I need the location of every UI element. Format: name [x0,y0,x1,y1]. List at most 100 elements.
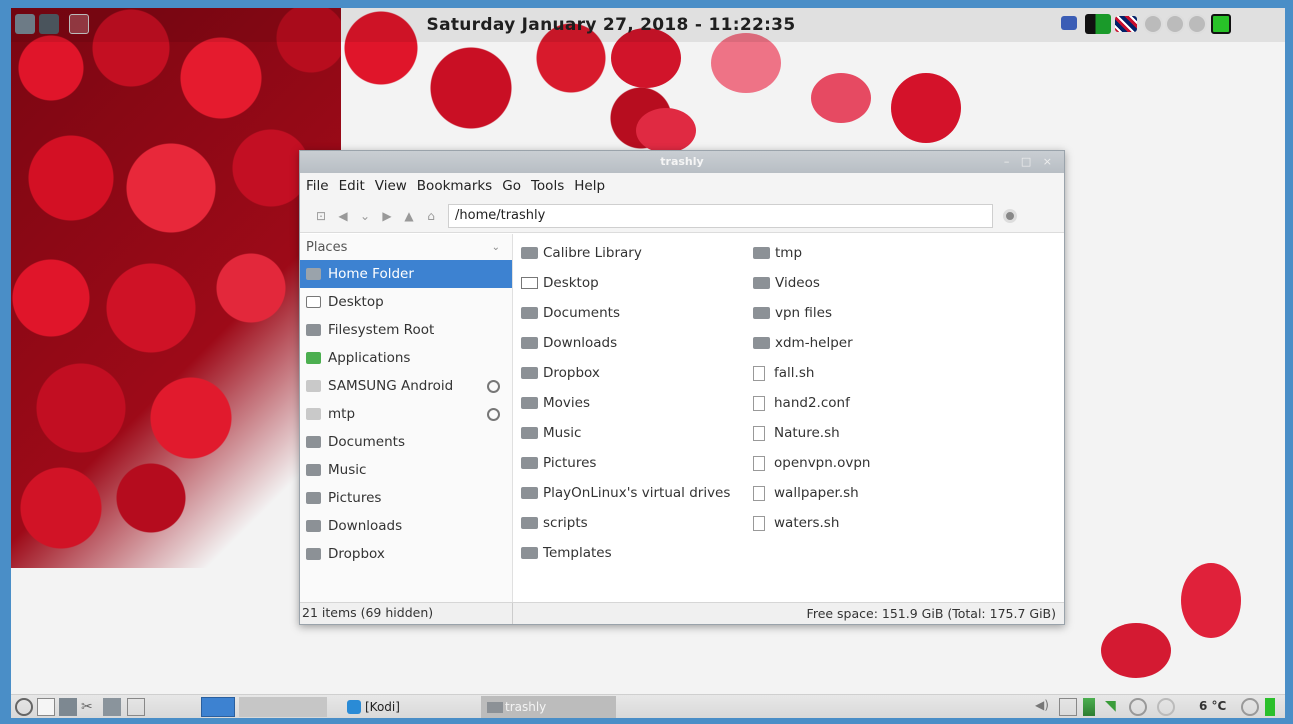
file-icon [753,425,765,441]
folder-item[interactable]: Pictures [521,448,730,478]
menu-icon[interactable] [15,698,33,716]
sidebar-item-label: Music [328,462,367,478]
volume-icon[interactable]: ◀) [1035,698,1053,716]
menu-edit[interactable]: Edit [339,178,365,194]
grid-icon[interactable] [69,14,89,34]
menu-file[interactable]: File [306,178,329,194]
folder-item[interactable]: Music [521,418,730,448]
file-name: hand2.conf [774,395,850,411]
history-dropdown-icon[interactable]: ⌄ [354,209,376,223]
go-icon[interactable] [1003,208,1017,223]
grid-icon[interactable] [37,698,55,716]
task-trashly[interactable]: trashly [481,696,616,718]
sidebar-item[interactable]: Music [300,456,512,484]
sidebar-item[interactable]: SAMSUNG Android [300,372,512,400]
sidebar-item[interactable]: Applications [300,344,512,372]
sidebar-item-label: Pictures [328,490,382,506]
sidebar-item[interactable]: Dropbox [300,540,512,568]
folder-item[interactable]: tmp [753,238,870,268]
folder-item[interactable]: Desktop [521,268,730,298]
folder-item[interactable]: Downloads [521,328,730,358]
content-area: Places ⌄ Home Folder Desktop Filesystem Ro… [300,234,1064,604]
battery-icon[interactable] [1083,698,1095,716]
sidebar-item-label: Desktop [328,294,384,310]
back-icon[interactable]: ◀ [332,209,354,223]
file-name: Downloads [543,335,618,351]
network-icon[interactable] [1129,698,1147,716]
places-header[interactable]: Places ⌄ [300,234,512,260]
file-item[interactable]: hand2.conf [753,388,870,418]
workspace-1-icon[interactable] [201,697,235,717]
files-icon[interactable] [15,14,35,34]
task-kodi-label: [Kodi] [365,700,400,714]
refresh-icon[interactable] [1241,698,1259,716]
wallpaper-roses-left [11,8,341,568]
menu-go[interactable]: Go [502,178,521,194]
sidebar-item[interactable]: Downloads [300,512,512,540]
window-controls[interactable]: – □ × [1004,155,1056,168]
circle-icon[interactable] [1165,14,1185,34]
monitor-icon[interactable] [1061,16,1077,30]
window-icon[interactable] [127,698,145,716]
sidebar-item[interactable]: Home Folder [300,260,512,288]
file-item[interactable]: fall.sh [753,358,870,388]
screen-icon[interactable] [1059,698,1077,716]
folder-item[interactable]: xdm-helper [753,328,870,358]
file-item[interactable]: openvpn.ovpn [753,448,870,478]
folder-item[interactable]: Dropbox [521,358,730,388]
folder-item[interactable]: vpn files [753,298,870,328]
sidebar-item[interactable]: Documents [300,428,512,456]
sidebar-item-label: Dropbox [328,546,385,562]
up-icon[interactable]: ▲ [398,209,420,223]
file-name: Desktop [543,275,599,291]
sidebar-item-label: Applications [328,350,411,366]
menu-bookmarks[interactable]: Bookmarks [417,178,492,194]
folder-item[interactable]: Videos [753,268,870,298]
applications-icon [306,352,321,364]
workspace-switcher[interactable] [239,697,327,717]
forward-icon[interactable]: ▶ [376,209,398,223]
file-item[interactable]: Nature.sh [753,418,870,448]
path-input[interactable]: /home/trashly [448,203,993,228]
folder-item[interactable]: Movies [521,388,730,418]
menu-help[interactable]: Help [574,178,605,194]
free-space: Free space: 151.9 GiB (Total: 175.7 GiB) [806,606,1056,621]
weather-icon [1157,698,1175,716]
image-icon[interactable] [59,698,77,716]
wallpaper-rose [1101,623,1171,678]
terminal-icon[interactable] [39,14,59,34]
file-name: scripts [543,515,588,531]
circle-icon[interactable] [1143,14,1163,34]
menu-view[interactable]: View [375,178,407,194]
file-name: waters.sh [774,515,840,531]
file-icon [753,485,765,501]
cpu-monitor-icon [1085,14,1111,34]
sidebar-item[interactable]: Filesystem Root [300,316,512,344]
wallpaper-rose [711,33,781,93]
file-name: Calibre Library [543,245,642,261]
eject-icon[interactable] [487,379,500,393]
chevron-down-icon[interactable]: ⌄ [492,242,500,253]
menu-tools[interactable]: Tools [531,178,564,194]
folder-item[interactable]: Documents [521,298,730,328]
file-item[interactable]: wallpaper.sh [753,478,870,508]
uk-flag-icon[interactable] [1115,16,1137,32]
tools-icon[interactable] [103,698,121,716]
scissors-icon[interactable]: ✂ [81,698,99,716]
folder-item[interactable]: Templates [521,538,730,568]
sidebar-item[interactable]: Pictures [300,484,512,512]
circle-icon[interactable] [1187,14,1207,34]
close-x-icon[interactable] [1211,14,1231,34]
home-icon[interactable]: ⌂ [420,209,442,223]
file-item[interactable]: waters.sh [753,508,870,538]
sidebar-item[interactable]: mtp [300,400,512,428]
task-kodi[interactable]: [Kodi] [341,696,471,718]
eject-icon[interactable] [487,407,500,421]
folder-item[interactable]: Calibre Library [521,238,730,268]
new-tab-icon[interactable]: ⊡ [310,209,332,223]
folder-item[interactable]: PlayOnLinux's virtual drives [521,478,730,508]
sidebar-item[interactable]: Desktop [300,288,512,316]
title-bar[interactable]: trashly – □ × [300,151,1064,173]
wifi-icon[interactable]: ◥ [1105,698,1123,716]
folder-item[interactable]: scripts [521,508,730,538]
